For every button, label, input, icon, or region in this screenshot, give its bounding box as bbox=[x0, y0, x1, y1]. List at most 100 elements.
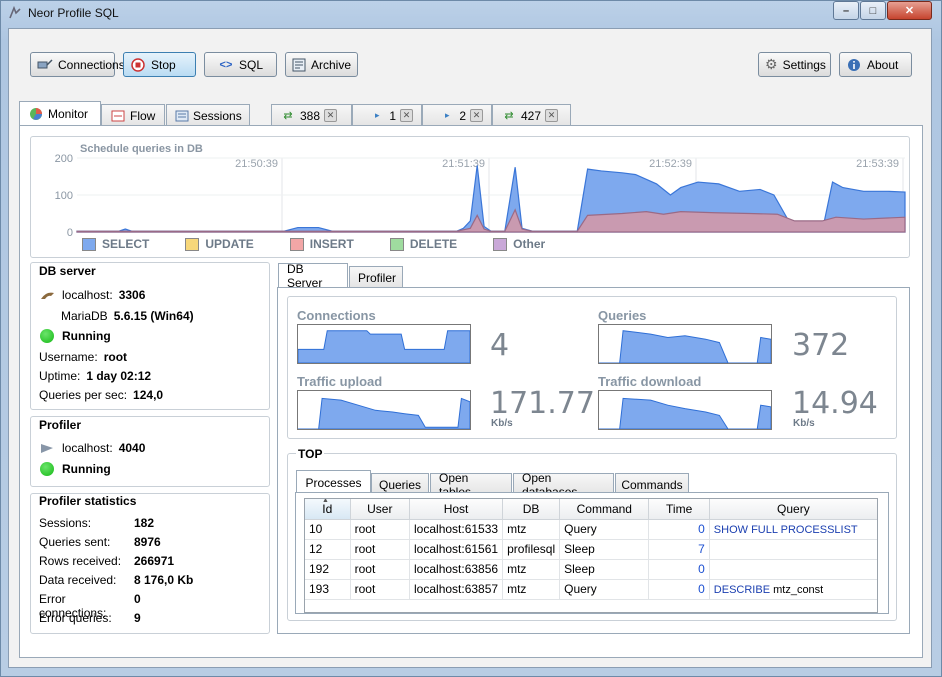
minimize-icon: – bbox=[842, 4, 850, 17]
cell-host: localhost:63857 bbox=[409, 579, 504, 600]
column-label: User bbox=[367, 501, 393, 516]
chart-title: Schedule queries in DB bbox=[80, 143, 203, 155]
maximize-icon: □ bbox=[869, 4, 877, 17]
chart-time-label: 21:50:39 bbox=[235, 158, 278, 170]
column-label: Time bbox=[666, 501, 693, 516]
tab-flow-label: Flow bbox=[130, 108, 156, 123]
profiler-status-row: Running bbox=[40, 462, 111, 476]
app-icon bbox=[9, 6, 21, 19]
table-row[interactable]: 192 root localhost:63856 mtz Sleep 0 bbox=[305, 559, 877, 580]
column-header-host[interactable]: Host bbox=[409, 499, 504, 520]
qps-value: 124,0 bbox=[133, 388, 164, 402]
close-tab-icon[interactable]: ✕ bbox=[324, 109, 338, 122]
tab-session-427[interactable]: ⇄ 427 ✕ bbox=[492, 104, 571, 126]
cell-id: 192 bbox=[305, 559, 351, 580]
connections-button[interactable]: Connections bbox=[30, 52, 125, 77]
tab-db-server[interactable]: DB Server bbox=[278, 262, 348, 290]
legend-delete-label: DELETE bbox=[409, 237, 458, 251]
chart-time-label: 21:53:39 bbox=[856, 158, 899, 170]
stat-value: 266971 bbox=[134, 554, 175, 568]
column-header-id[interactable]: ▲ Id bbox=[305, 498, 351, 520]
tab-profiler[interactable]: Profiler bbox=[349, 266, 403, 288]
stop-icon bbox=[130, 57, 146, 72]
column-header-db[interactable]: DB bbox=[502, 499, 561, 520]
tab-profiler-label: Profiler bbox=[358, 270, 397, 285]
close-tab-icon[interactable]: ✕ bbox=[400, 109, 413, 122]
db-status-value: Running bbox=[62, 329, 111, 343]
running-status-icon bbox=[40, 329, 54, 343]
query-keyword: SHOW FULL PROCESSLIST bbox=[713, 524, 858, 536]
connections-label: Connections bbox=[58, 57, 125, 72]
column-header-user[interactable]: User bbox=[350, 499, 411, 520]
cell-user: root bbox=[350, 579, 411, 600]
legend-other-label: Other bbox=[513, 237, 546, 251]
traffic-upload-value: 171.77 bbox=[490, 386, 595, 421]
cell-id: 10 bbox=[305, 519, 351, 540]
stat-label: Queries sent: bbox=[39, 535, 111, 549]
traffic-download-sparkline bbox=[598, 390, 772, 430]
gear-icon: ⚙ bbox=[765, 56, 778, 72]
tab-session-1[interactable]: ▸ 1 ✕ bbox=[352, 104, 422, 126]
stat-value: 9 bbox=[134, 611, 141, 625]
uptime-label: Uptime: bbox=[39, 369, 81, 383]
table-row[interactable]: 193 root localhost:63857 mtz Query 0 DES… bbox=[305, 579, 877, 600]
close-tab-icon[interactable]: ✕ bbox=[470, 109, 483, 122]
column-header-query[interactable]: Query bbox=[709, 499, 877, 520]
traffic-upload-sparkline bbox=[297, 390, 471, 430]
minimize-button[interactable]: – bbox=[833, 1, 859, 20]
legend-insert-swatch bbox=[289, 237, 304, 251]
tab-monitor[interactable]: Monitor bbox=[19, 101, 101, 126]
processes-table: ▲ Id User Host DB Command Time Query 10 r… bbox=[305, 498, 877, 600]
table-row[interactable]: 12 root localhost:61561 profilesql Sleep… bbox=[305, 539, 877, 560]
tab-db-server-label: DB Server bbox=[287, 262, 323, 290]
legend-update-swatch bbox=[185, 237, 200, 251]
stat-label: Rows received: bbox=[39, 554, 122, 568]
connections-metric-label: Connections bbox=[297, 308, 376, 323]
stat-value: 182 bbox=[134, 516, 155, 530]
close-icon: ✕ bbox=[904, 5, 915, 17]
profiler-icon bbox=[40, 441, 56, 455]
stop-button[interactable]: Stop bbox=[123, 52, 196, 77]
about-button[interactable]: About bbox=[839, 52, 912, 77]
cell-command: Sleep bbox=[559, 559, 650, 580]
cell-query bbox=[709, 539, 877, 560]
tab-session-388[interactable]: ⇄ 388 ✕ bbox=[271, 104, 352, 126]
tab-session-label: 1 bbox=[389, 108, 396, 123]
column-header-command[interactable]: Command bbox=[559, 499, 650, 520]
maximize-button[interactable]: □ bbox=[860, 1, 886, 20]
column-label: Query bbox=[777, 501, 810, 516]
tab-label: Commands bbox=[621, 477, 683, 492]
settings-label: Settings bbox=[782, 57, 826, 72]
db-server-title: DB server bbox=[39, 264, 96, 278]
table-row[interactable]: 10 root localhost:61533 mtz Query 0 SHOW… bbox=[305, 519, 877, 540]
archive-button[interactable]: Archive bbox=[285, 52, 358, 77]
title-bar: Neor Profile SQL – □ ✕ bbox=[0, 0, 942, 26]
exchange-icon: ⇄ bbox=[504, 110, 514, 122]
sql-button[interactable]: <> SQL bbox=[204, 52, 277, 77]
code-icon: <> bbox=[219, 58, 233, 71]
cell-db: mtz bbox=[502, 519, 561, 540]
tab-session-label: 2 bbox=[459, 108, 466, 123]
chart-y-tick-label: 0 bbox=[67, 227, 73, 239]
close-button[interactable]: ✕ bbox=[887, 1, 932, 20]
chart-y-tick-label: 100 bbox=[55, 190, 73, 202]
column-label: Host bbox=[443, 501, 469, 516]
cell-db: mtz bbox=[502, 559, 561, 580]
db-product-label: MariaDB bbox=[61, 309, 108, 323]
stat-row: Rows received: 266971 bbox=[39, 554, 264, 573]
query-keyword: DESCRIBE bbox=[713, 584, 771, 596]
column-header-time[interactable]: Time bbox=[648, 499, 710, 520]
uptime-value: 1 day 02:12 bbox=[86, 369, 152, 383]
db-version-row: MariaDB 5.6.15 (Win64) bbox=[61, 309, 194, 323]
close-tab-icon[interactable]: ✕ bbox=[545, 109, 559, 122]
settings-button[interactable]: ⚙ Settings bbox=[758, 52, 831, 77]
sql-label: SQL bbox=[238, 57, 263, 72]
tab-flow[interactable]: Flow bbox=[101, 104, 165, 126]
sort-arrow-icon: ▲ bbox=[322, 498, 329, 504]
db-server-host-row: localhost: 3306 bbox=[40, 288, 145, 302]
tab-sessions[interactable]: Sessions bbox=[166, 104, 250, 126]
dolphin-icon bbox=[40, 288, 56, 302]
tab-label: Processes bbox=[305, 476, 362, 490]
tab-session-2[interactable]: ▸ 2 ✕ bbox=[422, 104, 492, 126]
stat-row: Error connections: 0 bbox=[39, 592, 264, 620]
